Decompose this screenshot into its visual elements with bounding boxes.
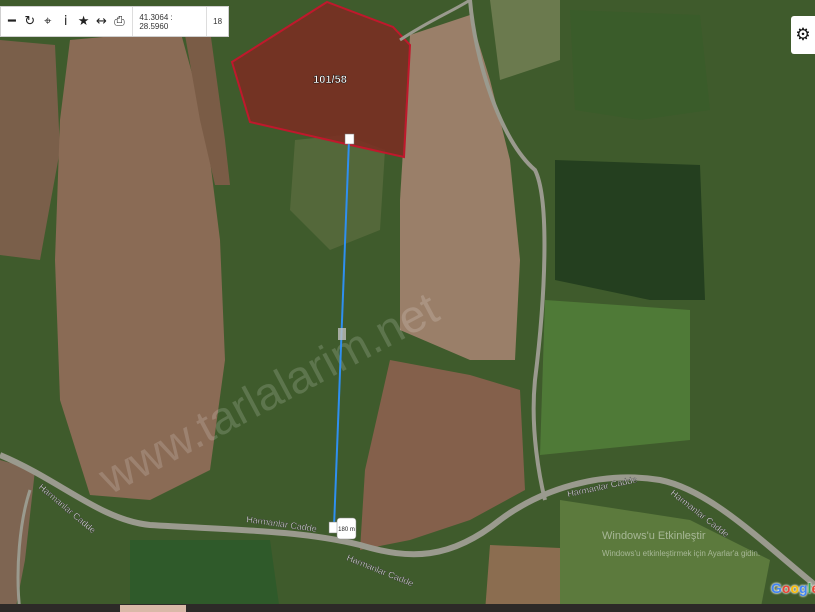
google-logo: Google: [771, 580, 815, 596]
measure-start-handle[interactable]: [344, 133, 355, 145]
print-icon[interactable]: ⎙: [110, 7, 128, 36]
refresh-glyph: ↻: [24, 14, 36, 29]
windows-activation-title: Windows'u Etkinleştir: [602, 530, 706, 542]
map-toolbar: ━ ↻ ⌖ i ★ ↔ ⎙ 41.3064 : 28.5960 18: [0, 6, 229, 37]
google-letter: g: [799, 580, 808, 596]
minus-glyph: ━: [8, 14, 16, 29]
field-dark-green: [555, 160, 705, 300]
measure-glyph: ↔: [96, 14, 107, 29]
field-green-north: [570, 10, 710, 120]
field-meadow: [540, 300, 690, 455]
star-icon[interactable]: ★: [75, 7, 93, 36]
info-glyph: i: [63, 14, 68, 29]
gear-icon[interactable]: ⚙: [791, 16, 815, 54]
minus-icon[interactable]: ━: [3, 7, 21, 36]
satellite-map[interactable]: 101/58 Harmanlar Cadde Harmanlar Cadde H…: [0, 0, 815, 612]
google-letter: G: [771, 580, 782, 596]
locate-glyph: ⌖: [44, 14, 52, 29]
gear-glyph: ⚙: [795, 25, 811, 45]
distance-label: 180 m: [338, 527, 355, 533]
measure-mid-handle[interactable]: [338, 328, 346, 340]
windows-activation-subtitle: Windows'u etkinleştirmek için Ayarlar'a …: [602, 549, 760, 558]
google-letter: e: [811, 580, 815, 596]
field-green-south: [130, 540, 280, 612]
measure-end-handle[interactable]: [328, 521, 339, 534]
field-brown-south: [485, 545, 560, 612]
measure-icon[interactable]: ↔: [93, 7, 111, 36]
google-letter: o: [790, 580, 800, 596]
coordinate-readout: 41.3064 : 28.5960: [132, 7, 206, 36]
parcel-label: 101/58: [313, 74, 347, 86]
refresh-icon[interactable]: ↻: [21, 7, 39, 36]
zoom-level: 18: [206, 7, 228, 36]
print-glyph: ⎙: [114, 14, 125, 29]
star-glyph: ★: [77, 14, 90, 29]
locate-icon[interactable]: ⌖: [39, 7, 57, 36]
info-icon[interactable]: i: [57, 7, 75, 36]
bottom-thumbnail: [120, 605, 186, 612]
